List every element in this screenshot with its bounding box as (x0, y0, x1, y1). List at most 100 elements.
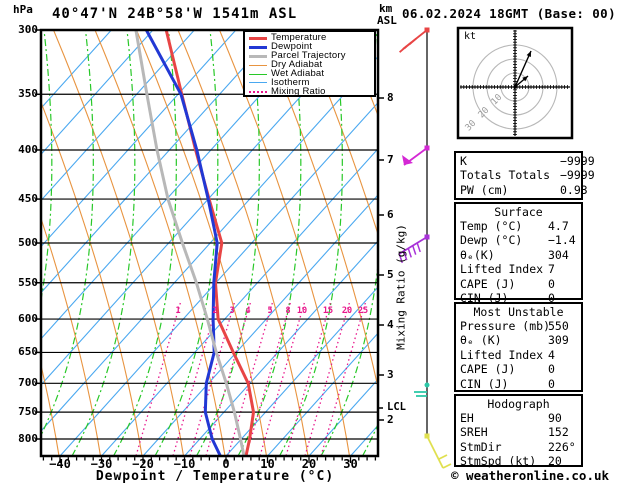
row-label: θₑ(K) (460, 247, 495, 262)
row-value: 7 (548, 262, 555, 277)
row-label: PW (cm) (460, 182, 509, 197)
row-value: 0.93 (560, 182, 588, 197)
mixing-ratio-value-label: 5 (267, 306, 273, 316)
row-label: StmSpd (kt) (460, 454, 537, 469)
row-value: 0 (548, 362, 555, 377)
row-value: 226° (548, 439, 576, 454)
mixing-ratio-value-label: 20 (341, 306, 353, 316)
row-value: 0 (548, 276, 555, 291)
legend: Temperature Dewpoint Parcel Trajectory D… (243, 30, 376, 97)
mixing-ratio-value-label: 2 (212, 306, 218, 316)
panel-title: Most Unstable (473, 305, 564, 319)
indices-panel: K −9999 Totals Totals −9999 PW (cm) 0.93 (454, 151, 595, 200)
row-value: 0 (548, 376, 555, 391)
panel-title: Surface (494, 205, 543, 219)
surface-panel: Surface Temp (°C) 4.7 Dewp (°C) −1.4 θₑ(K)… (454, 202, 583, 305)
pressure-tick-label: 550 (18, 276, 38, 289)
row-value: 90 (548, 411, 562, 425)
table-row: PW (cm) 0.93 (456, 182, 588, 197)
km-tick-label: 4 (387, 318, 394, 331)
table-row: K −9999 (456, 154, 595, 168)
pressure-tick-label: 750 (18, 405, 38, 418)
temp-tick-label: 20 (301, 457, 317, 471)
pressure-tick-label: 700 (18, 376, 38, 389)
mixing-ratio-value-label: 4 (245, 306, 251, 316)
temp-tick-label: −10 (173, 457, 196, 471)
row-value: 304 (548, 247, 569, 262)
km-tick-label: 5 (387, 268, 394, 281)
station-title: 40°47'N 24B°58'W 1541m ASL (52, 6, 298, 22)
wet-adiabat-line-swatch (249, 73, 267, 75)
table-row: θₑ(K) 304 (456, 248, 581, 262)
mixing-ratio-value-label: 3 (229, 306, 235, 316)
legend-item-mixing-ratio: Mixing Ratio (249, 87, 374, 96)
row-label: Temp (°C) (460, 219, 523, 233)
km-tick-label: 8 (387, 91, 394, 104)
row-label: CAPE (J) (460, 276, 516, 291)
isotherm-line-swatch (249, 82, 267, 84)
mixing-ratio-axis-title: Mixing Ratio (g/kg) (394, 224, 408, 350)
hodograph-panel: Hodograph EH 90 SREH 152 StmDir 226° StmSpd… (454, 394, 583, 469)
row-label: SREH (460, 425, 488, 440)
table-row: CAPE (J) 0 (456, 362, 581, 376)
km-tick-label: 2 (387, 413, 394, 426)
x-axis-title: Dewpoint / Temperature (°C) (95, 469, 335, 484)
table-row: CAPE (J) 0 (456, 277, 581, 291)
table-row: Pressure (mb) 550 (456, 319, 581, 333)
mixing-ratio-value-label: 10 (296, 306, 308, 316)
wind-barb-three-barbs-upleft (399, 27, 430, 53)
legend-item-wet-adiabat: Wet Adiabat (249, 69, 374, 79)
row-label: Lifted Index (460, 347, 544, 362)
table-row: Lifted Index 4 (456, 348, 581, 362)
temp-tick-label: 0 (222, 457, 230, 471)
table-row: Lifted Index 7 (456, 262, 581, 276)
temp-tick-label: −20 (132, 457, 154, 471)
row-label: Lifted Index (460, 262, 544, 277)
panel-title: Hodograph (487, 397, 550, 411)
hodograph-unit-label: kt (464, 31, 477, 42)
km-tick-label: 3 (387, 368, 394, 381)
mixing-ratio-value-label: 1 (175, 306, 181, 316)
row-value: 309 (548, 333, 569, 348)
table-row: θₑ (K) 309 (456, 333, 581, 347)
row-label: K (460, 154, 467, 168)
row-label: Pressure (mb) (460, 319, 551, 333)
row-value: −1.4 (548, 233, 576, 248)
pressure-tick-label: 450 (18, 192, 38, 205)
skewt-sounding-page: hPa 40°47'N 24B°58'W 1541m ASL km ASL 06… (0, 0, 629, 486)
row-label: Totals Totals (460, 168, 551, 183)
dry-adiabat-line-swatch (249, 64, 267, 66)
row-value: −9999 (560, 168, 595, 183)
row-label: EH (460, 411, 474, 425)
mixing-ratio-value-label: 8 (285, 306, 291, 316)
row-value: 152 (548, 425, 569, 440)
mixing-ratio-value-label: 25 (357, 306, 369, 316)
valid-datetime: 06.02.2024 18GMT (Base: 00) (402, 6, 616, 21)
altitude-axis-unit-asl: ASL (377, 14, 397, 27)
pressure-axis-unit: hPa (13, 3, 33, 16)
row-label: CAPE (J) (460, 362, 516, 377)
table-row: Totals Totals −9999 (456, 168, 595, 183)
mixing-ratio-line-swatch (249, 90, 267, 93)
pressure-tick-label: 600 (18, 312, 38, 325)
wind-barb-pennant-downleft (402, 145, 430, 166)
row-label: θₑ (K) (460, 333, 502, 348)
pressure-tick-label: 500 (18, 236, 38, 249)
temp-tick-label: 30 (343, 457, 358, 471)
row-value: 550 (548, 319, 569, 333)
pressure-tick-label: 400 (18, 143, 38, 156)
temperature-line-swatch (249, 36, 267, 40)
most-unstable-panel: Most Unstable Pressure (mb) 550 θₑ (K) 309… (454, 302, 583, 392)
row-label: CIN (J) (460, 376, 509, 391)
row-label: Dewp (°C) (460, 233, 523, 248)
legend-label: Mixing Ratio (271, 85, 326, 97)
table-row: Temp (°C) 4.7 (456, 219, 581, 233)
wind-barb-two-barbs-downright (424, 433, 452, 469)
km-tick-label: 7 (387, 153, 394, 166)
table-row: StmDir 226° (456, 440, 581, 454)
row-label: StmDir (460, 439, 502, 454)
temp-tick-label: −30 (90, 457, 113, 471)
dewpoint-line-swatch (249, 45, 267, 49)
copyright: © weatheronline.co.uk (451, 468, 610, 483)
temp-tick-label: 10 (260, 457, 275, 471)
